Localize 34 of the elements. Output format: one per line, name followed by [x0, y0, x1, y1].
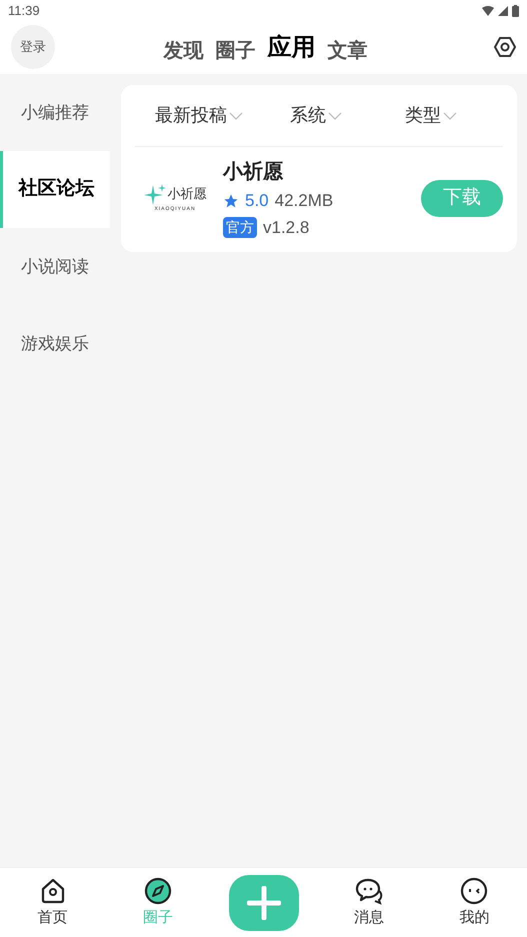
wifi-icon [482, 6, 494, 16]
sparkle-icon [144, 184, 166, 206]
tab-bar-item[interactable]: 首页 [0, 868, 106, 930]
star-icon [223, 192, 239, 209]
signal-icon [498, 6, 508, 16]
sidebar-item[interactable]: 小编推荐 [0, 74, 110, 151]
sidebar-item[interactable]: 社区论坛 [0, 151, 110, 228]
settings-icon[interactable] [494, 36, 516, 58]
nav-tab[interactable]: 文章 [328, 36, 368, 66]
nav-tab[interactable]: 圈子 [216, 36, 256, 66]
nav-tab[interactable]: 发现 [164, 36, 204, 66]
chat-icon [354, 877, 383, 905]
sidebar-item[interactable]: 小说阅读 [0, 228, 110, 305]
filter-dropdown[interactable]: 最新投稿 [155, 102, 290, 129]
battery-icon [512, 5, 519, 17]
app-name: 小祈愿 [223, 160, 284, 185]
compass-icon [144, 877, 172, 905]
official-badge: 官方 [223, 216, 257, 238]
chevron-down-icon [328, 112, 342, 120]
filter-dropdown[interactable]: 类型 [405, 102, 457, 129]
nav-tab[interactable]: 应用 [268, 30, 316, 66]
tab-bar-item[interactable]: 我的 [422, 868, 527, 930]
status-time: 11:39 [8, 2, 40, 20]
face-icon [460, 877, 488, 905]
sidebar-item[interactable]: 游戏娱乐 [0, 305, 110, 382]
plus-icon [246, 886, 281, 920]
filter-dropdown[interactable]: 系统 [290, 102, 405, 129]
app-version: v1.2.8 [263, 216, 310, 238]
chevron-down-icon [443, 112, 457, 120]
app-size: 42.2MB [274, 190, 334, 212]
tab-bar-item[interactable]: 消息 [316, 868, 422, 930]
chevron-down-icon [229, 112, 243, 120]
rating: 5.0 [245, 190, 269, 212]
login-button[interactable]: 登录 [11, 25, 55, 69]
